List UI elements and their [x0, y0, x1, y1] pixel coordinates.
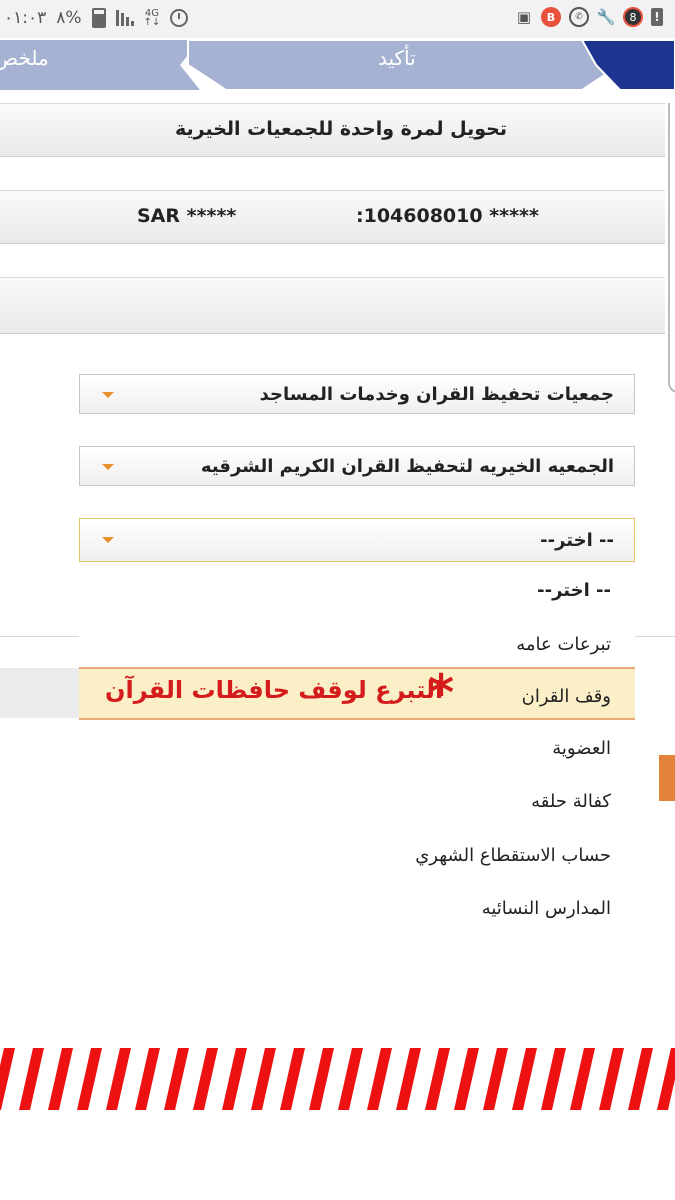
red-stripe	[251, 1048, 276, 1110]
red-stripe	[222, 1048, 247, 1110]
continue-button-edge[interactable]	[659, 755, 675, 801]
highlight-left-band	[0, 668, 80, 718]
step-tabs-shapes	[0, 39, 675, 91]
b-app-icon: B	[541, 7, 561, 27]
annotation-text: التبرع لوقف حافظات القرآن	[105, 676, 444, 704]
red-stripes-decoration	[0, 1048, 675, 1110]
chevron-down-icon	[102, 537, 114, 543]
red-stripe	[512, 1048, 537, 1110]
wrench-icon: 🔧	[596, 8, 616, 26]
category-select[interactable]: جمعيات تحفيظ القران وخدمات المساجد	[79, 374, 635, 414]
option-choose[interactable]: -- اختر--	[537, 580, 611, 601]
option-quran-endowment[interactable]: وقف القران	[522, 686, 611, 707]
step-tab-current-shape[interactable]	[580, 39, 675, 91]
red-stripe	[106, 1048, 131, 1110]
red-stripe	[541, 1048, 566, 1110]
option-monthly-deduction[interactable]: حساب الاستقطاع الشهري	[415, 845, 611, 866]
purpose-value: -- اختر--	[540, 530, 614, 551]
divider	[635, 636, 675, 637]
media-icon: ▣	[516, 8, 532, 26]
charity-value: الجمعيه الخيريه لتحفيظ القران الكريم الش…	[200, 456, 614, 477]
option-circle-sponsorship[interactable]: كفالة حلقه	[531, 791, 611, 812]
battery-percent: %٨	[56, 8, 82, 28]
whatsapp-icon: ✆	[569, 7, 589, 27]
red-stripe	[0, 1048, 15, 1110]
option-membership[interactable]: العضوية	[552, 738, 611, 759]
red-stripe	[19, 1048, 44, 1110]
purpose-select[interactable]: -- اختر--	[79, 518, 635, 562]
red-stripe	[280, 1048, 305, 1110]
red-stripe	[309, 1048, 334, 1110]
red-stripe	[367, 1048, 392, 1110]
status-right: ▣ B ✆ 🔧 8 !	[515, 7, 663, 27]
red-stripe	[570, 1048, 595, 1110]
red-stripe	[77, 1048, 102, 1110]
page-title: تحويل لمرة واحدة للجمعيات الخيرية	[174, 118, 507, 140]
step-tab-summary-label[interactable]: ملخص	[0, 46, 49, 70]
notification-badge: 8	[623, 7, 643, 27]
network-icon: 4G ↓↑	[143, 8, 161, 28]
red-stripe	[338, 1048, 363, 1110]
red-stripe	[657, 1048, 675, 1110]
option-general-donations[interactable]: تبرعات عامه	[516, 634, 611, 655]
red-stripe	[164, 1048, 189, 1110]
account-balance: SAR *****	[137, 205, 237, 227]
battery-icon	[91, 8, 106, 28]
red-stripe	[425, 1048, 450, 1110]
category-value: جمعيات تحفيظ القران وخدمات المساجد	[259, 384, 614, 405]
step-tabs: ملخص تأكيد	[0, 38, 675, 92]
red-stripe	[396, 1048, 421, 1110]
divider	[0, 636, 79, 637]
chevron-down-icon	[102, 464, 114, 470]
section-header	[0, 277, 665, 334]
red-stripe	[48, 1048, 73, 1110]
account-number: :104608010 *****	[356, 205, 539, 227]
red-stripe	[454, 1048, 479, 1110]
charity-select[interactable]: الجمعيه الخيريه لتحفيظ القران الكريم الش…	[79, 446, 635, 486]
account-panel: :104608010 ***** SAR *****	[0, 190, 665, 244]
scroll-edge	[668, 103, 675, 393]
clock: ٠١:٠٣	[4, 8, 47, 28]
red-stripe	[483, 1048, 508, 1110]
option-women-schools[interactable]: المدارس النسائيه	[482, 898, 611, 919]
red-stripe	[599, 1048, 624, 1110]
red-stripe	[628, 1048, 653, 1110]
alarm-icon	[170, 9, 189, 27]
transfer-title-panel: تحويل لمرة واحدة للجمعيات الخيرية	[0, 103, 665, 157]
status-bar: ٠١:٠٣ %٨ 4G ↓↑ ▣ B ✆ 🔧 8 !	[0, 0, 675, 39]
signal-icon	[115, 10, 134, 26]
step-tab-confirm-label[interactable]: تأكيد	[378, 46, 416, 70]
warning-icon: !	[651, 8, 663, 26]
chevron-down-icon	[102, 392, 114, 398]
status-left: ٠١:٠٣ %٨ 4G ↓↑	[4, 8, 189, 28]
red-stripe	[135, 1048, 160, 1110]
red-stripe	[193, 1048, 218, 1110]
